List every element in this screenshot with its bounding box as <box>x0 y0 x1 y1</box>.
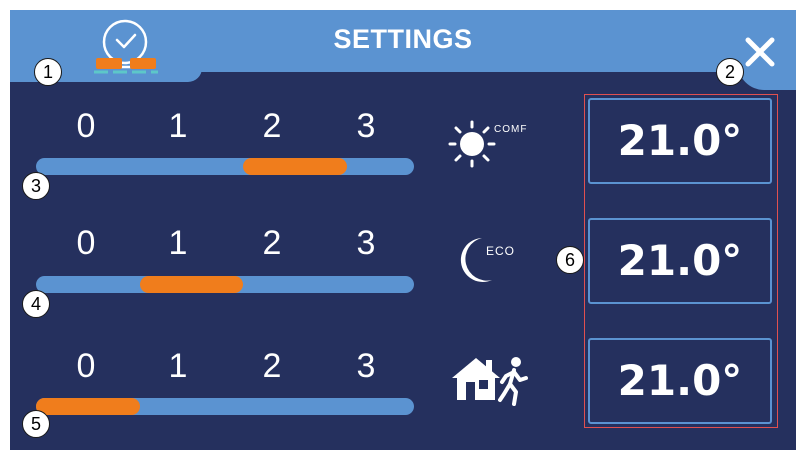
marker-1: 1 <box>34 58 62 86</box>
close-icon <box>745 37 775 67</box>
settings-screen: SETTINGS 1 2 0 1 2 3 3 0 1 2 3 4 0 1 2 3… <box>10 10 796 450</box>
slider-3-tick-3: 3 <box>356 347 376 385</box>
slider-3-tick-2: 2 <box>262 347 282 385</box>
slider-1-active-range[interactable] <box>243 158 347 175</box>
slider-1-tick-3: 3 <box>356 107 376 145</box>
slider-2-active-range[interactable] <box>139 276 244 293</box>
slider-1-tick-0: 0 <box>76 107 96 145</box>
slider-3-tick-1: 1 <box>168 347 188 385</box>
slider-1-tick-2: 2 <box>262 107 282 145</box>
page-title: SETTINGS <box>333 24 473 54</box>
marker-5: 5 <box>22 410 50 438</box>
slider-2-tick-2: 2 <box>262 224 282 262</box>
slider-1-tick-1: 1 <box>168 107 188 145</box>
close-button[interactable] <box>738 30 782 74</box>
slider-1-scale: 0 1 2 3 <box>50 106 410 146</box>
slider-3-active-range[interactable] <box>36 398 140 415</box>
slider-2-scale: 0 1 2 3 <box>50 223 410 263</box>
marker-2: 2 <box>716 58 744 86</box>
comfort-temp-button[interactable]: 21.0° <box>588 98 772 184</box>
slider-2-tick-3: 3 <box>356 224 376 262</box>
slider-2-tick-0: 0 <box>76 224 96 262</box>
slider-1-track[interactable] <box>36 158 414 175</box>
slider-3-track[interactable] <box>36 398 414 415</box>
marker-6: 6 <box>556 246 584 274</box>
slider-3-tick-0: 0 <box>76 347 96 385</box>
marker-3: 3 <box>22 172 50 200</box>
slider-2-track[interactable] <box>36 276 414 293</box>
away-temp-button[interactable]: 21.0° <box>588 338 772 424</box>
slider-2-tick-1: 1 <box>168 224 188 262</box>
slider-3-scale: 0 1 2 3 <box>50 346 410 386</box>
eco-mode-label: ECO <box>486 244 516 258</box>
eco-temp-button[interactable]: 21.0° <box>588 218 772 304</box>
house-away-icon <box>452 357 528 406</box>
marker-4: 4 <box>22 290 50 318</box>
comfort-mode-label: COMF <box>494 124 528 135</box>
